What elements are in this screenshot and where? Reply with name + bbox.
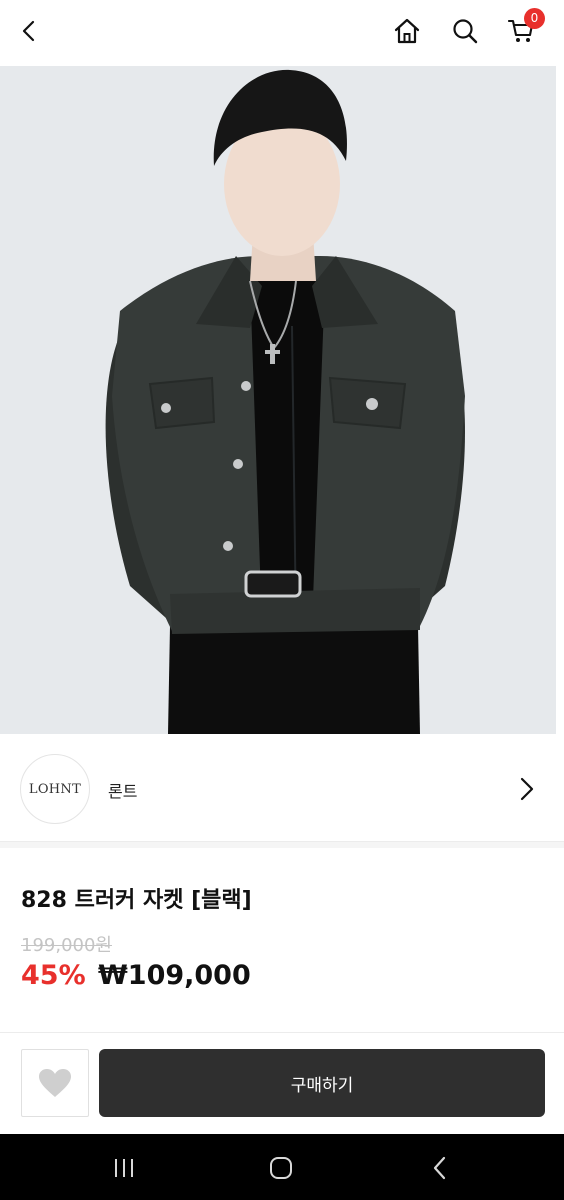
brand-link-button[interactable] [510, 772, 544, 806]
chevron-right-icon [520, 777, 534, 801]
search-icon [453, 19, 478, 44]
brand-row[interactable]: LOHNT 론트 [0, 734, 564, 842]
home-button[interactable] [388, 12, 426, 50]
section-divider [0, 842, 564, 848]
brand-name[interactable]: 론트 [108, 778, 137, 802]
system-home-icon [270, 1157, 292, 1179]
system-back-icon [433, 1156, 446, 1180]
discount-rate: 45% [21, 960, 86, 991]
home-icon [394, 18, 420, 44]
recent-apps-button[interactable] [104, 1148, 144, 1188]
system-home-button[interactable] [261, 1148, 301, 1188]
system-navigation-bar [0, 1134, 564, 1200]
top-app-bar: 0 [0, 0, 564, 62]
product-image[interactable] [0, 66, 564, 734]
product-photo-illustration [0, 66, 564, 734]
back-arrow-icon [22, 20, 35, 42]
brand-logo[interactable]: LOHNT [20, 754, 90, 824]
system-back-button[interactable] [420, 1148, 460, 1188]
recent-apps-icon [115, 1159, 133, 1177]
purchase-bar-divider [0, 1032, 564, 1033]
back-button[interactable] [10, 12, 48, 50]
original-price: 199,000원 [21, 935, 112, 956]
cart-count-badge: 0 [524, 8, 545, 29]
sale-price: ₩109,000 [98, 960, 251, 991]
heart-icon [39, 1069, 71, 1097]
product-title: 828 트러커 자켓 [블랙] [21, 888, 252, 913]
wishlist-button[interactable] [21, 1049, 89, 1117]
buy-button[interactable]: 구매하기 [99, 1049, 545, 1117]
search-button[interactable] [446, 12, 484, 50]
